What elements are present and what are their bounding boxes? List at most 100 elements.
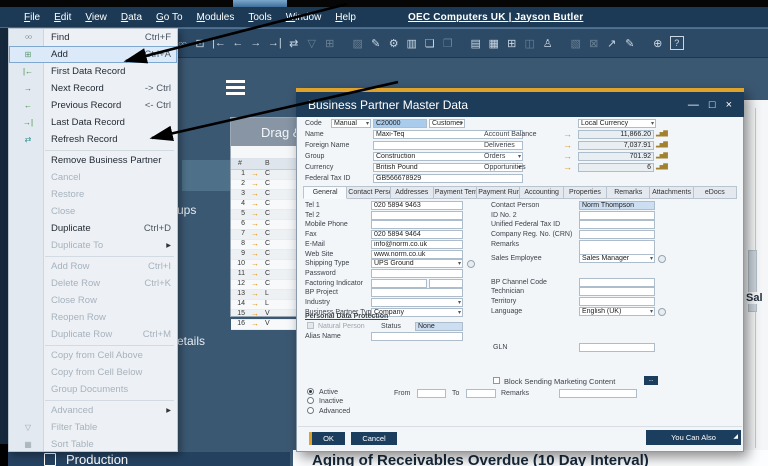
radio-inactive[interactable]	[307, 397, 314, 404]
link-arrow-icon[interactable]: →	[251, 259, 259, 268]
document-lock-icon[interactable]: ▥	[406, 37, 418, 50]
field-industry[interactable]	[371, 298, 463, 307]
field-sales-employee[interactable]: Sales Manager	[579, 254, 655, 263]
field-shipping-type[interactable]: UPS Ground	[371, 259, 463, 268]
menu-item-advanced[interactable]: Advanced▸	[9, 402, 177, 419]
menu-item-duplicate-to[interactable]: Duplicate To▸	[9, 237, 177, 254]
link-arrow-icon[interactable]: →	[251, 319, 259, 328]
menu-item-add[interactable]: ⊞AddCtrl+A	[9, 46, 177, 63]
field-factoring-indicator-2[interactable]	[429, 279, 463, 288]
menubar-item-view[interactable]: View	[85, 12, 107, 23]
gln-field[interactable]	[579, 343, 655, 352]
field-territory[interactable]	[579, 297, 655, 306]
tab-edocs[interactable]: eDocs	[694, 186, 737, 199]
menu-item-filter-table[interactable]: ▽Filter Table	[9, 419, 177, 436]
menu-item-cancel[interactable]: Cancel	[9, 169, 177, 186]
radio-active[interactable]	[307, 388, 314, 395]
field-company-reg-no-crn[interactable]	[579, 230, 655, 239]
menu-item-first-data-record[interactable]: |←First Data Record	[9, 63, 177, 80]
link-arrow-icon[interactable]: →	[251, 179, 259, 188]
next-record-icon[interactable]: →	[250, 37, 262, 49]
chart-icon[interactable]: ▂▅▇	[656, 152, 667, 161]
menu-item-reopen-row[interactable]: Reopen Row	[9, 309, 177, 326]
menubar-item-help[interactable]: Help	[335, 12, 356, 23]
chart-icon[interactable]: ▂▅▇	[656, 130, 667, 139]
choose-icon[interactable]	[658, 308, 666, 316]
messages-icon[interactable]: ❏	[424, 37, 436, 50]
menu-item-next-record[interactable]: →Next Record-> Ctrl	[9, 80, 177, 97]
menu-item-group-documents[interactable]: Group Documents	[9, 381, 177, 398]
tab-remarks[interactable]: Remarks	[607, 186, 650, 199]
field-password[interactable]	[371, 269, 463, 278]
link-arrow-icon[interactable]: →	[251, 199, 259, 208]
link-arrow-icon[interactable]: →	[563, 129, 572, 139]
tab-properties[interactable]: Properties	[564, 186, 607, 199]
code-series-dropdown[interactable]: Manual	[331, 119, 371, 128]
more-options-button[interactable]: ...	[644, 376, 658, 385]
orders-value[interactable]: 701.92	[578, 152, 654, 161]
natural-person-checkbox[interactable]	[307, 322, 314, 329]
field-bp-project[interactable]	[371, 288, 463, 297]
from-field[interactable]	[417, 389, 446, 398]
menubar-item-edit[interactable]: Edit	[54, 12, 71, 23]
tab-attachments[interactable]: Attachments	[650, 186, 693, 199]
menu-item-find[interactable]: ○○FindCtrl+F	[9, 29, 177, 46]
chart-icon[interactable]: ▂▅▇	[656, 141, 667, 150]
cancel-button[interactable]: Cancel	[351, 432, 397, 445]
menu-item-copy-from-cell-above[interactable]: Copy from Cell Above	[9, 347, 177, 364]
link-arrow-icon[interactable]: →	[563, 151, 572, 161]
menu-item-previous-record[interactable]: ←Previous Record<- Ctrl	[9, 97, 177, 114]
menubar-item-file[interactable]: File	[24, 12, 40, 23]
close-button[interactable]: ×	[726, 99, 732, 111]
previous-record-icon[interactable]: ←	[232, 37, 244, 49]
menu-item-sort-table[interactable]: ▦Sort Table	[9, 436, 177, 453]
field-e-mail[interactable]: info@norm.co.uk	[371, 240, 463, 249]
menu-item-refresh-record[interactable]: ⇄Refresh Record	[9, 131, 177, 148]
minimize-button[interactable]: —	[688, 99, 699, 111]
form-settings-icon[interactable]: ⚙	[388, 37, 400, 50]
chart-icon[interactable]: ▂▅▇	[656, 163, 667, 172]
tab-payment-terms[interactable]: Payment Terms	[434, 186, 477, 199]
link-arrow-icon[interactable]: →	[251, 279, 259, 288]
link-arrow-icon[interactable]: →	[251, 299, 259, 308]
field-factoring-indicator[interactable]	[371, 279, 427, 288]
menubar-item-window[interactable]: Window	[286, 12, 322, 23]
field-tel-2[interactable]	[371, 211, 463, 220]
first-record-icon[interactable]: |←	[212, 37, 226, 49]
link-arrow-icon[interactable]: →	[251, 169, 259, 178]
menu-item-close[interactable]: Close	[9, 203, 177, 220]
field-fax[interactable]: 020 5894 9464	[371, 230, 463, 239]
deliveries-value[interactable]: 7,037.91	[578, 141, 654, 150]
opportunities-value[interactable]: 6	[578, 163, 654, 172]
status-field[interactable]: None	[415, 322, 463, 331]
display-currency-dropdown[interactable]: Local Currency	[578, 119, 656, 128]
block-marketing-checkbox[interactable]	[493, 377, 500, 384]
menu-item-duplicate-row[interactable]: Duplicate RowCtrl+M	[9, 326, 177, 343]
document-details-icon[interactable]: ▦	[488, 37, 500, 50]
menu-item-restore[interactable]: Restore	[9, 186, 177, 203]
sidebar-item-production[interactable]: Production	[8, 452, 290, 466]
users-icon[interactable]: ◫	[524, 37, 536, 50]
bp-type-dropdown[interactable]: Customer	[429, 119, 465, 128]
menu-item-remove-business-partner[interactable]: Remove Business Partner	[9, 152, 177, 169]
link-arrow-icon[interactable]: →	[251, 249, 259, 258]
link-arrow-icon[interactable]: →	[563, 162, 572, 172]
tab-addresses[interactable]: Addresses	[391, 186, 434, 199]
tab-payment-run[interactable]: Payment Run	[477, 186, 520, 199]
hamburger-menu-icon[interactable]	[226, 80, 245, 95]
tab-general[interactable]: General	[303, 186, 347, 199]
add-icon[interactable]: ⊡	[194, 37, 206, 50]
you-can-also-button[interactable]: You Can Also ◢	[646, 430, 741, 445]
menu-item-add-row[interactable]: Add RowCtrl+I	[9, 258, 177, 275]
menubar-item-data[interactable]: Data	[121, 12, 142, 23]
field-technician[interactable]	[579, 287, 655, 296]
field-tel-1[interactable]: 020 5894 9463	[371, 201, 463, 210]
link-arrow-icon[interactable]: →	[563, 140, 572, 150]
link-arrow-icon[interactable]: →	[251, 289, 259, 298]
web-browser-icon[interactable]: ⊕	[652, 37, 664, 50]
field-language[interactable]: English (UK)	[579, 307, 655, 316]
maximize-form-icon[interactable]: ⊞	[324, 37, 336, 50]
ok-button[interactable]: OK	[309, 432, 345, 445]
link-arrow-icon[interactable]: →	[251, 309, 259, 318]
menubar-item-modules[interactable]: Modules	[197, 12, 235, 23]
